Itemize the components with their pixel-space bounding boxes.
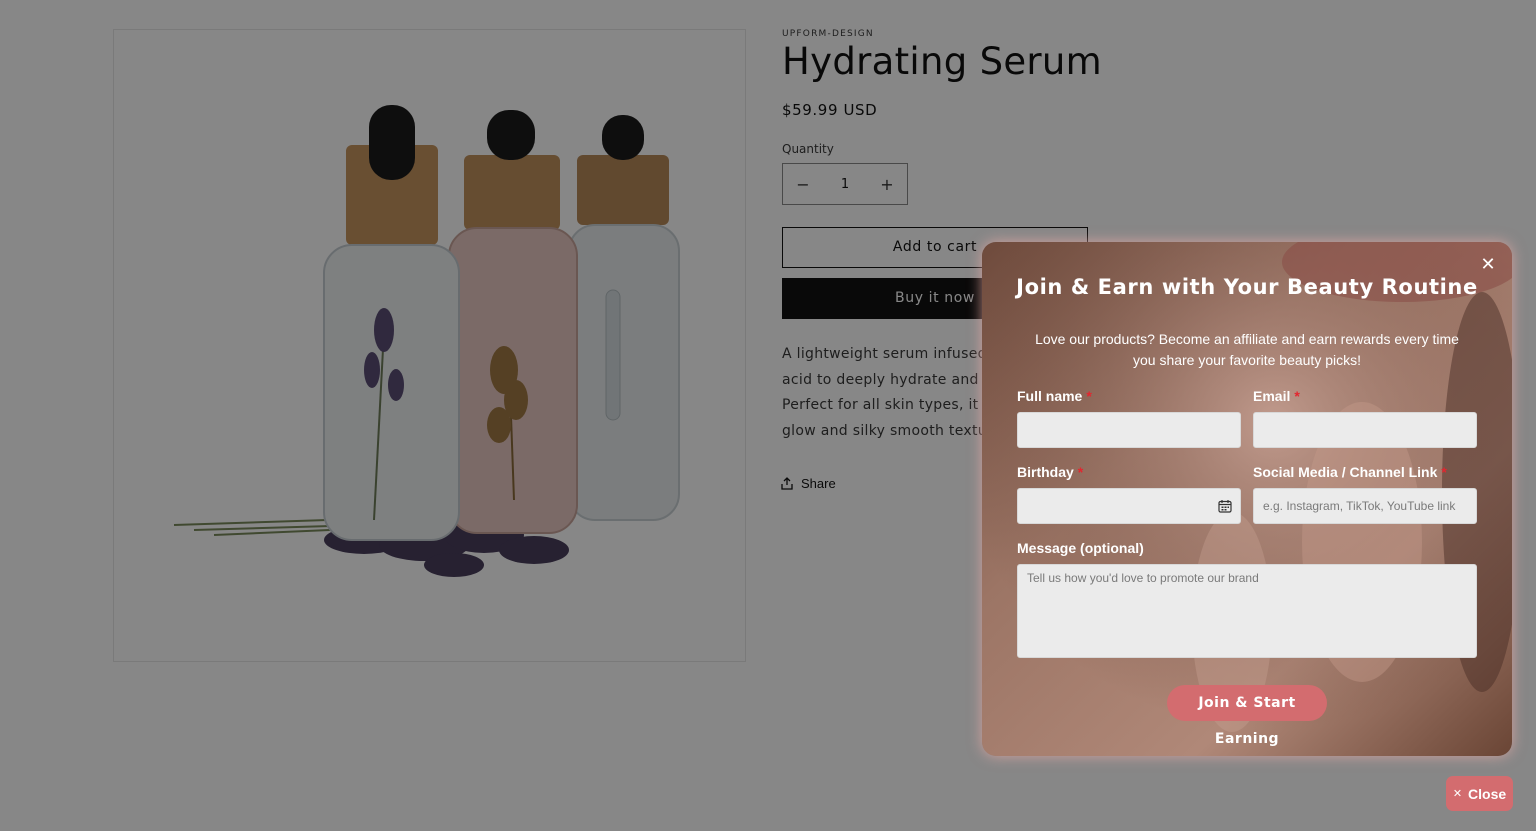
modal-title: Join & Earn with Your Beauty Routine: [1016, 275, 1478, 299]
join-start-earning-button[interactable]: Join & Start Earning: [1167, 685, 1327, 747]
affiliate-signup-modal: ✕ Join & Earn with Your Beauty Routine L…: [982, 242, 1512, 756]
full-name-label: Full name *: [1017, 388, 1092, 404]
social-link-label: Social Media / Channel Link *: [1253, 464, 1447, 480]
modal-close-icon[interactable]: ✕: [1478, 254, 1498, 274]
message-label: Message (optional): [1017, 540, 1144, 556]
modal-subtitle: Love our products? Become an affiliate a…: [1035, 331, 1459, 368]
floating-close-label: Close: [1468, 785, 1507, 802]
required-mark: *: [1294, 388, 1300, 404]
social-link-input[interactable]: e.g. Instagram, TikTok, YouTube link: [1253, 488, 1477, 524]
email-label: Email *: [1253, 388, 1300, 404]
birthday-date-input[interactable]: [1017, 488, 1241, 524]
required-mark: *: [1441, 464, 1447, 480]
email-input[interactable]: [1253, 412, 1477, 448]
x-icon: ✕: [1452, 788, 1463, 800]
birthday-label: Birthday *: [1017, 464, 1083, 480]
full-name-input[interactable]: [1017, 412, 1241, 448]
social-link-label-text: Social Media / Channel Link: [1253, 464, 1438, 480]
required-mark: *: [1086, 388, 1092, 404]
calendar-icon[interactable]: [1218, 499, 1232, 513]
email-label-text: Email: [1253, 388, 1291, 404]
birthday-label-text: Birthday: [1017, 464, 1074, 480]
required-mark: *: [1077, 464, 1084, 480]
full-name-label-text: Full name: [1017, 388, 1083, 404]
floating-close-button[interactable]: ✕ Close: [1446, 776, 1513, 811]
message-textarea[interactable]: Tell us how you'd love to promote our br…: [1017, 564, 1477, 658]
